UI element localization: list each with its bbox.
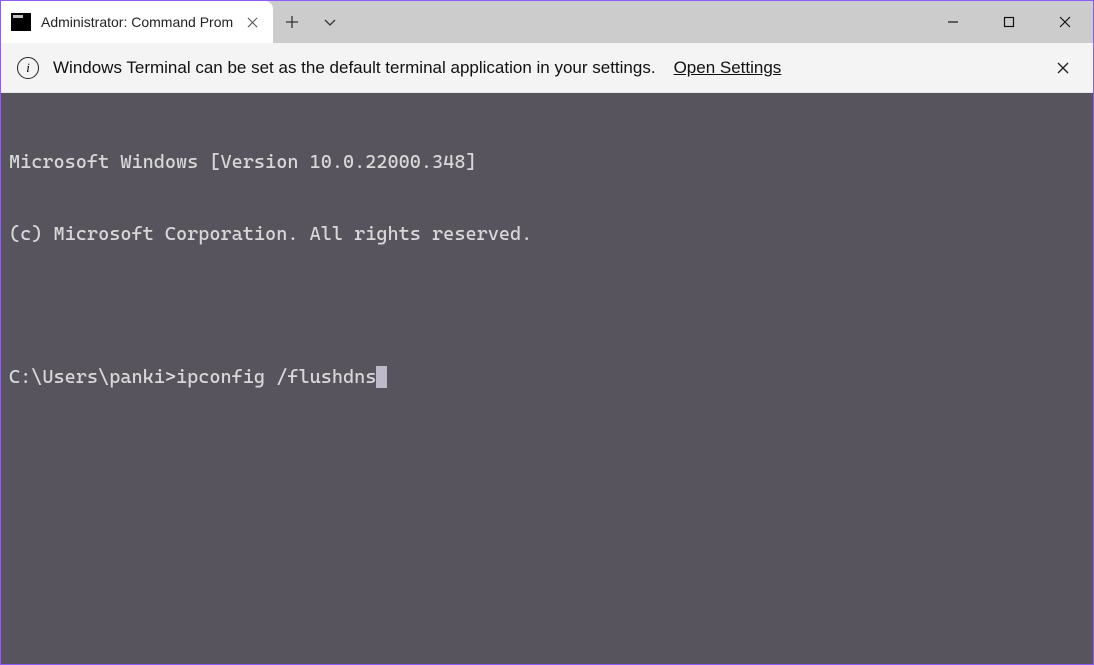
maximize-button[interactable]: [981, 1, 1037, 43]
window-controls: [925, 1, 1093, 43]
terminal-output-line: Microsoft Windows [Version 10.0.22000.34…: [9, 151, 1085, 175]
tab-close-button[interactable]: [243, 13, 261, 31]
open-settings-link[interactable]: Open Settings: [674, 58, 782, 78]
terminal-prompt-line: C:\Users\panki>ipconfig /flushdns: [9, 366, 1085, 390]
tab-active[interactable]: Administrator: Command Prom: [1, 1, 273, 43]
info-message: Windows Terminal can be set as the defau…: [53, 58, 656, 78]
cmd-icon: [11, 13, 31, 31]
info-close-button[interactable]: [1049, 54, 1077, 82]
close-window-button[interactable]: [1037, 1, 1093, 43]
info-icon: i: [17, 57, 39, 79]
new-tab-button[interactable]: [273, 1, 311, 43]
terminal-pane[interactable]: Microsoft Windows [Version 10.0.22000.34…: [1, 93, 1093, 664]
terminal-output-line: (c) Microsoft Corporation. All rights re…: [9, 223, 1085, 247]
tab-dropdown-button[interactable]: [311, 1, 349, 43]
info-bar: i Windows Terminal can be set as the def…: [1, 43, 1093, 93]
terminal-window: Administrator: Command Prom: [1, 1, 1093, 664]
tab-title: Administrator: Command Prom: [41, 14, 233, 30]
terminal-command: ipconfig /flushdns: [176, 366, 376, 388]
minimize-button[interactable]: [925, 1, 981, 43]
tab-actions: [273, 1, 349, 43]
titlebar: Administrator: Command Prom: [1, 1, 1093, 43]
terminal-blank-line: [9, 295, 1085, 319]
terminal-prompt: C:\Users\panki>: [9, 366, 176, 388]
terminal-cursor: [376, 366, 387, 388]
